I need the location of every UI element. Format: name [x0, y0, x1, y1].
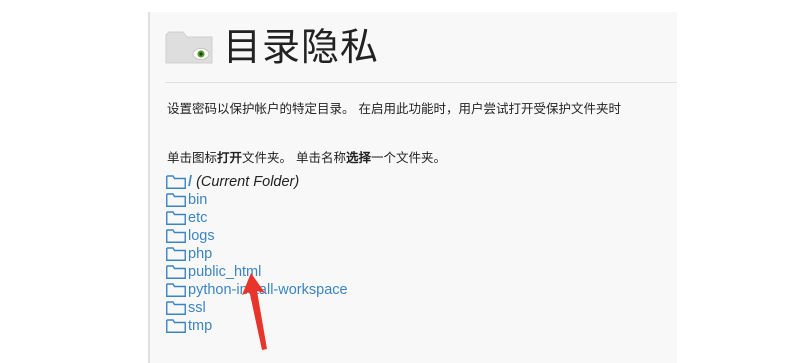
folder-link-logs[interactable]: logs	[188, 228, 215, 244]
folder-link-ssl[interactable]: ssl	[188, 300, 206, 316]
current-folder-label: (Current Folder)	[196, 174, 300, 190]
current-folder-slash: /	[188, 174, 193, 190]
instructions-open: 打开	[217, 150, 243, 165]
folder-icon[interactable]	[166, 229, 186, 243]
page-header: 目录隐私	[165, 22, 379, 72]
folder-item-python-install-workspace: python-install-workspace	[166, 281, 348, 299]
folder-link-bin[interactable]: bin	[188, 192, 207, 208]
folder-item-etc: etc	[166, 209, 348, 227]
folder-item-bin: bin	[166, 191, 348, 209]
folder-icon[interactable]	[166, 265, 186, 279]
folder-icon[interactable]	[166, 211, 186, 225]
folder-item-tmp: tmp	[166, 317, 348, 335]
folder-link-etc[interactable]: etc	[188, 210, 207, 226]
folder-icon[interactable]	[166, 301, 186, 315]
folder-item-logs: logs	[166, 227, 348, 245]
folder-link-tmp[interactable]: tmp	[188, 318, 212, 334]
folder-instructions: 单击图标打开文件夹。 单击名称选择一个文件夹。	[167, 147, 446, 166]
folder-icon[interactable]	[166, 319, 186, 333]
folder-item-public-html: public_html	[166, 263, 348, 281]
instructions-part3: 一个文件夹。	[371, 150, 447, 165]
folder-list: / (Current Folder) bin etc logs php publ…	[166, 173, 348, 335]
folder-icon[interactable]	[166, 247, 186, 261]
instructions-select: 选择	[346, 150, 372, 165]
folder-item-php: php	[166, 245, 348, 263]
folder-item-current: / (Current Folder)	[166, 173, 348, 191]
header-divider	[165, 82, 677, 83]
instructions-part1: 单击图标	[167, 150, 218, 165]
folder-icon[interactable]	[166, 193, 186, 207]
current-folder-link[interactable]: / (Current Folder)	[188, 174, 299, 190]
folder-icon[interactable]	[166, 283, 186, 297]
folder-link-public-html[interactable]: public_html	[188, 264, 261, 280]
main-panel: 目录隐私 设置密码以保护帐户的特定目录。 在启用此功能时，用户尝试打开受保护文件…	[148, 12, 677, 363]
folder-icon[interactable]	[166, 175, 186, 189]
folder-link-php[interactable]: php	[188, 246, 212, 262]
page-description: 设置密码以保护帐户的特定目录。 在启用此功能时，用户尝试打开受保护文件夹时	[167, 101, 621, 116]
page-title: 目录隐私	[223, 25, 380, 69]
instructions-part2: 文件夹。 单击名称	[242, 150, 347, 165]
folder-privacy-icon	[165, 31, 213, 64]
folder-link-python-install-workspace[interactable]: python-install-workspace	[188, 282, 348, 298]
folder-item-ssl: ssl	[166, 299, 348, 317]
